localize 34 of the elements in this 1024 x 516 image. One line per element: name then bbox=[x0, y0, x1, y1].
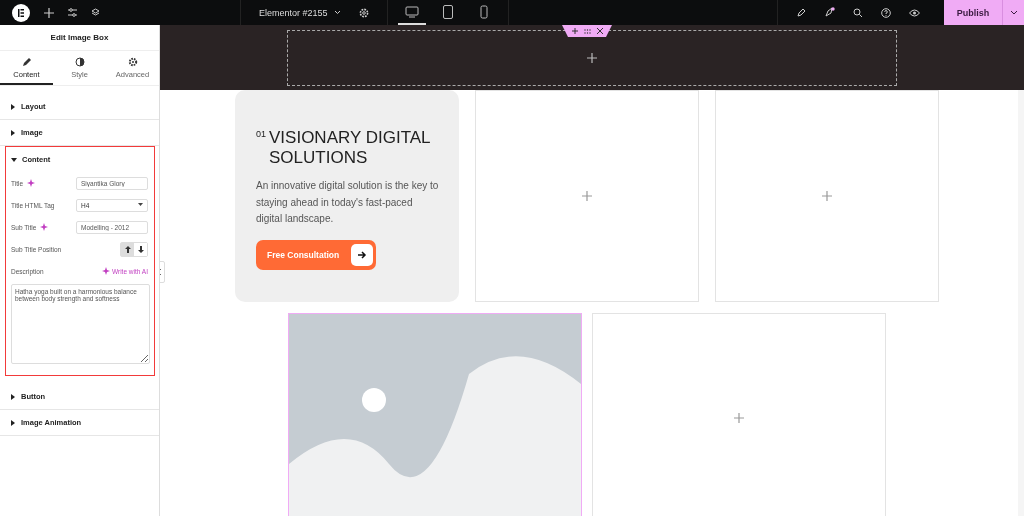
layers-icon[interactable] bbox=[91, 8, 100, 17]
caret-icon bbox=[10, 103, 16, 110]
dropdown-caret-icon bbox=[138, 203, 143, 207]
gear-icon bbox=[127, 57, 138, 67]
card-number: 01 bbox=[256, 129, 266, 141]
add-element-icon[interactable] bbox=[44, 7, 54, 18]
elementor-logo-icon[interactable] bbox=[12, 3, 30, 22]
brush-icon[interactable] bbox=[796, 7, 806, 18]
pencil-icon bbox=[21, 57, 32, 67]
search-icon[interactable] bbox=[853, 7, 863, 18]
notification-icon[interactable] bbox=[824, 7, 835, 18]
caret-icon bbox=[10, 419, 16, 426]
panel-title: Edit Image Box bbox=[0, 25, 159, 51]
settings-sliders-icon[interactable] bbox=[68, 8, 77, 17]
sparkle-icon[interactable] bbox=[102, 267, 110, 275]
add-icon[interactable] bbox=[587, 53, 597, 63]
arrow-right-icon bbox=[357, 250, 367, 259]
contrast-icon bbox=[74, 57, 85, 67]
chevron-down-icon[interactable] bbox=[333, 10, 341, 15]
preview-eye-icon[interactable] bbox=[909, 8, 920, 17]
document-title[interactable]: Elementor #2155 bbox=[259, 7, 328, 18]
caret-icon bbox=[10, 393, 16, 400]
caret-icon bbox=[10, 129, 16, 136]
publish-button[interactable]: Publish bbox=[944, 0, 1002, 25]
help-icon[interactable] bbox=[881, 7, 891, 18]
sparkle-icon[interactable] bbox=[27, 179, 36, 187]
card-title: VISIONARY DIGITAL SOLUTIONS bbox=[269, 128, 431, 168]
caret-icon bbox=[11, 156, 17, 163]
arrow-up-icon[interactable] bbox=[121, 242, 134, 256]
card-description: An innovative digital solution is the key to staying ahead in today's fast-paced digital landscape. bbox=[256, 179, 439, 226]
sparkle-icon[interactable] bbox=[40, 223, 49, 231]
chevron-down-icon bbox=[1009, 10, 1018, 15]
section-handle[interactable] bbox=[562, 25, 612, 37]
settings-icon[interactable] bbox=[358, 7, 369, 18]
